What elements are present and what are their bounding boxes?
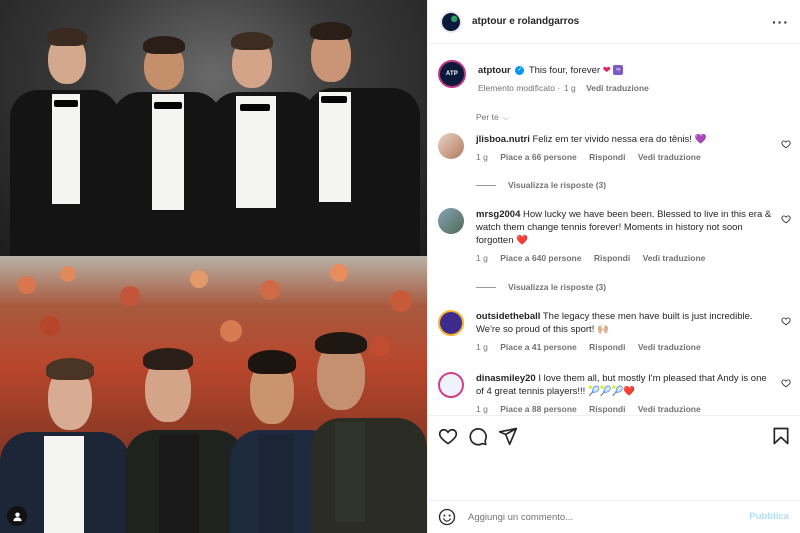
view-replies-button[interactable]: Visualizza le risposte (3) bbox=[476, 282, 606, 292]
comment-username[interactable]: dinasmiley20 bbox=[476, 373, 536, 384]
photo-four-players-roland-garros bbox=[0, 256, 427, 533]
translate-link[interactable]: Vedi traduzione bbox=[638, 152, 701, 162]
heart-outline-icon[interactable] bbox=[781, 378, 791, 388]
comment-item: dinasmiley20 I love them all, but mostly… bbox=[438, 372, 791, 415]
comment-time[interactable]: 1 g bbox=[476, 404, 488, 414]
reply-button[interactable]: Rispondi bbox=[594, 253, 630, 263]
like-heart-icon[interactable] bbox=[438, 426, 458, 446]
photo-four-players-tuxedos bbox=[0, 0, 427, 256]
caption-username[interactable]: atptour bbox=[478, 65, 511, 76]
translate-link[interactable]: Vedi traduzione bbox=[638, 404, 701, 414]
comment-time[interactable]: 1 g bbox=[476, 152, 488, 162]
reply-button[interactable]: Rispondi bbox=[589, 152, 625, 162]
view-replies-label: Visualizza le risposte (3) bbox=[508, 180, 607, 190]
comment-likes[interactable]: Piace a 66 persone bbox=[500, 152, 577, 162]
publish-button[interactable]: Pubblica bbox=[749, 511, 789, 522]
comment-time[interactable]: 1 g bbox=[476, 253, 488, 263]
replies-divider bbox=[476, 184, 496, 186]
atptour-caption-avatar[interactable]: ATP bbox=[438, 60, 466, 88]
comment-sort-dropdown[interactable]: Per te ⌵ bbox=[476, 112, 508, 123]
heart-outline-icon[interactable] bbox=[781, 214, 791, 224]
comment-item: outsidetheball The legacy these men have… bbox=[438, 310, 791, 354]
comment-bubble-icon[interactable] bbox=[468, 426, 488, 446]
chevron-down-icon: ⌵ bbox=[503, 115, 509, 122]
more-horizontal-icon[interactable]: ··· bbox=[772, 14, 789, 30]
comment-avatar[interactable] bbox=[438, 133, 464, 159]
add-comment-bar: Pubblica bbox=[428, 500, 800, 533]
comment-username[interactable]: outsidetheball bbox=[476, 311, 540, 322]
red-heart-emoji-icon: ❤ bbox=[602, 65, 611, 76]
comment-avatar[interactable] bbox=[438, 310, 464, 336]
post-media[interactable] bbox=[0, 0, 427, 533]
comment-username[interactable]: jlisboa.nutri bbox=[476, 134, 530, 145]
view-replies-button[interactable]: Visualizza le risposte (3) bbox=[476, 180, 606, 190]
comment-input[interactable] bbox=[468, 511, 738, 523]
comment-item: mrsg2004 How lucky we have been been. Bl… bbox=[438, 208, 791, 265]
comment-avatar[interactable] bbox=[438, 372, 464, 398]
post-caption: ATP atptour ✓ This four, forever ❤ ∞ Ele… bbox=[438, 60, 657, 95]
comment-likes[interactable]: Piace a 41 persone bbox=[500, 342, 577, 352]
post-side-panel: atptour e rolandgarros ··· ATP atptour ✓… bbox=[427, 0, 800, 533]
heart-outline-icon[interactable] bbox=[781, 139, 791, 149]
atptour-avatar[interactable] bbox=[440, 10, 462, 33]
post-authors[interactable]: atptour e rolandgarros bbox=[472, 16, 579, 27]
comment-username[interactable]: mrsg2004 bbox=[476, 209, 520, 220]
post-header: atptour e rolandgarros ··· bbox=[428, 0, 800, 44]
comment-text: Feliz em ter vivido nessa era do tênis! … bbox=[532, 134, 707, 145]
view-replies-label: Visualizza le risposte (3) bbox=[508, 282, 607, 292]
translate-link[interactable]: Vedi traduzione bbox=[638, 342, 701, 352]
caption-translate-link[interactable]: Vedi traduzione bbox=[586, 83, 649, 93]
comments-scroll-area[interactable]: ATP atptour ✓ This four, forever ❤ ∞ Ele… bbox=[428, 45, 800, 415]
replies-divider bbox=[476, 286, 496, 288]
share-paper-plane-icon[interactable] bbox=[498, 426, 518, 446]
edited-status: Elemento modificato bbox=[478, 83, 556, 93]
instagram-post-dialog: atptour e rolandgarros ··· ATP atptour ✓… bbox=[0, 0, 800, 533]
post-action-bar bbox=[428, 415, 800, 473]
infinity-emoji-icon: ∞ bbox=[613, 65, 624, 76]
comment-likes[interactable]: Piace a 640 persone bbox=[500, 253, 581, 263]
caption-time[interactable]: 1 g bbox=[564, 83, 576, 93]
reply-button[interactable]: Rispondi bbox=[589, 404, 625, 414]
tagged-users-icon[interactable] bbox=[7, 506, 27, 526]
comment-avatar[interactable] bbox=[438, 208, 464, 234]
emoji-smiley-icon[interactable] bbox=[438, 508, 456, 526]
comment-likes[interactable]: Piace a 88 persone bbox=[500, 404, 577, 414]
comment-text: How lucky we have been been. Blessed to … bbox=[476, 209, 772, 246]
caption-text: This four, forever bbox=[528, 65, 601, 76]
bookmark-icon[interactable] bbox=[771, 426, 791, 446]
heart-outline-icon[interactable] bbox=[781, 316, 791, 326]
comment-item: jlisboa.nutri Feliz em ter vivido nessa … bbox=[438, 133, 791, 164]
sort-label: Per te bbox=[476, 112, 499, 122]
reply-button[interactable]: Rispondi bbox=[589, 342, 625, 352]
verified-badge-icon: ✓ bbox=[515, 65, 525, 75]
translate-link[interactable]: Vedi traduzione bbox=[643, 253, 706, 263]
comment-time[interactable]: 1 g bbox=[476, 342, 488, 352]
